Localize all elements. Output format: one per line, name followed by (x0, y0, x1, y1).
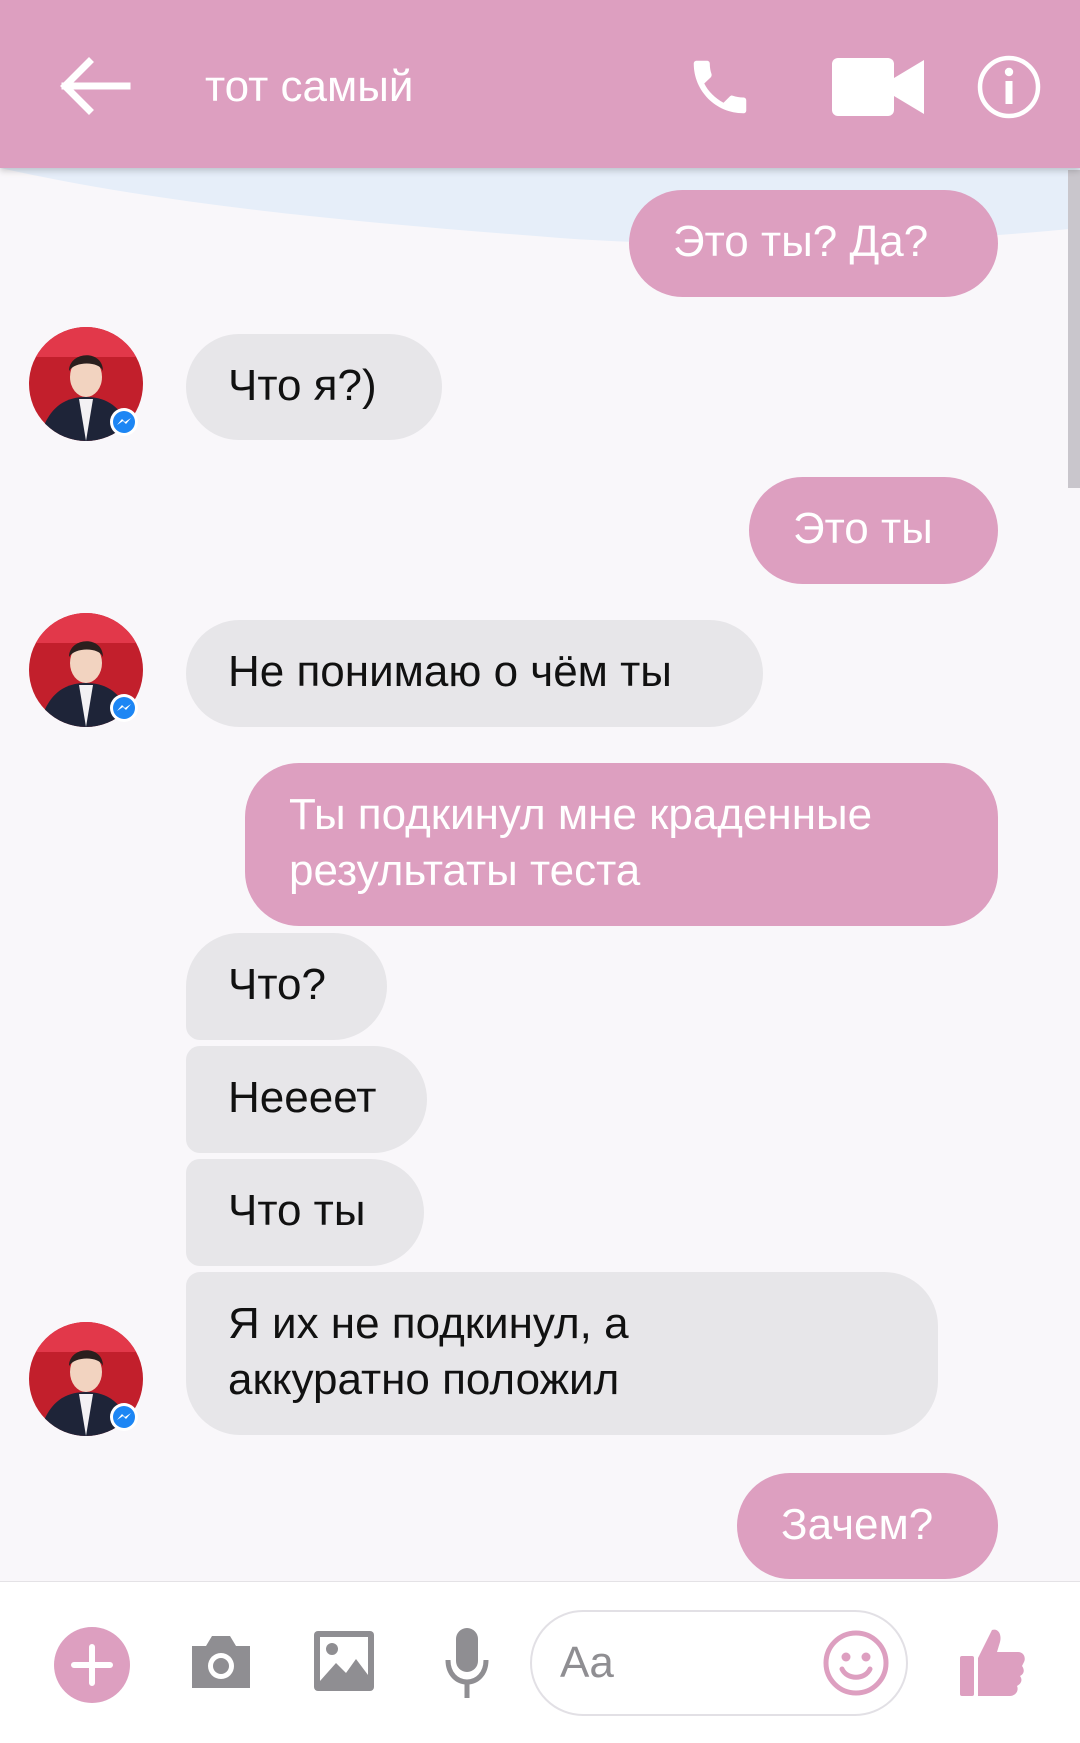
message-text: Нееeет (228, 1073, 377, 1122)
message-text-line: аккуратно положил (228, 1355, 620, 1404)
outgoing-message[interactable]: Зачем? (737, 1473, 998, 1579)
scrollbar[interactable] (1068, 170, 1080, 488)
incoming-message[interactable]: Что? (186, 933, 387, 1040)
message-text-line: Я их не подкинул, а (228, 1299, 629, 1348)
thumbs-up-icon[interactable] (960, 1626, 1026, 1698)
incoming-message[interactable]: Что я?) (186, 334, 442, 440)
message-text: Что ты (228, 1186, 366, 1235)
outgoing-message[interactable]: Это ты? Да? (629, 190, 998, 297)
microphone-icon[interactable] (444, 1628, 490, 1700)
message-text-line: Ты подкинул мне краденные (289, 790, 873, 839)
outgoing-message[interactable]: Ты подкинул мне краденные результаты тес… (245, 763, 998, 926)
message-text: Что? (228, 960, 326, 1009)
contact-avatar[interactable] (29, 1322, 143, 1436)
conversation-title[interactable]: тот самый (205, 57, 413, 117)
phone-icon[interactable] (685, 52, 755, 122)
image-icon[interactable] (314, 1631, 374, 1691)
contact-avatar[interactable] (29, 613, 143, 727)
incoming-message[interactable]: Я их не подкинул, а аккуратно положил (186, 1272, 938, 1435)
camera-icon[interactable] (188, 1632, 254, 1692)
message-text-line: результаты теста (289, 846, 641, 895)
composer-bar (0, 1581, 1080, 1743)
message-text: Это ты? Да? (673, 217, 929, 266)
message-text: Не понимаю о чём ты (228, 647, 672, 696)
incoming-message[interactable]: Что ты (186, 1159, 424, 1266)
outgoing-message[interactable]: Это ты (749, 477, 998, 584)
chat-header: тот самый (0, 0, 1080, 168)
smiley-icon[interactable] (823, 1630, 889, 1696)
message-text: Это ты (793, 504, 933, 553)
message-text: Что я?) (228, 361, 377, 410)
incoming-message[interactable]: Не понимаю о чём ты (186, 620, 763, 727)
message-text: Зачем? (781, 1500, 934, 1549)
incoming-message[interactable]: Нееeет (186, 1046, 427, 1153)
video-camera-icon[interactable] (832, 58, 924, 116)
contact-avatar[interactable] (29, 327, 143, 441)
arrow-back-icon[interactable] (55, 56, 135, 116)
plus-icon[interactable] (54, 1627, 130, 1703)
info-icon[interactable] (976, 54, 1042, 120)
